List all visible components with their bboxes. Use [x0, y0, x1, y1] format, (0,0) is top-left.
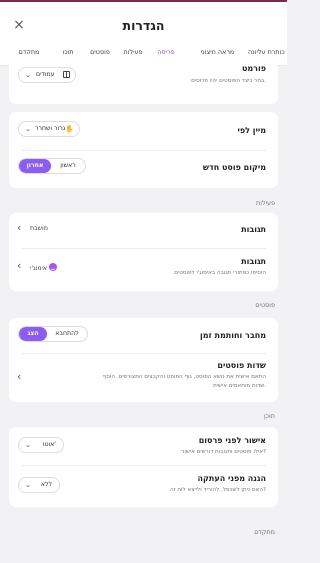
- option-hide[interactable]: להתחבא: [47, 327, 87, 341]
- chevron-down-icon: ⌄: [25, 125, 31, 133]
- chevron-left-icon: ‹: [17, 221, 22, 234]
- approval-label: אישור לפני פרסום: [198, 436, 266, 445]
- post-fields-chevron-left-icon[interactable]: ‹: [17, 370, 21, 383]
- columns-icon: [63, 71, 70, 78]
- activity-card: תגובות ‹ מושבת תגובות הוסיפו כפתורי תגוב…: [9, 213, 278, 291]
- format-description: בחר כיצד הפוסטים יהיו פרוסים.: [191, 78, 266, 84]
- hand-drag-icon: ✋: [65, 125, 74, 133]
- sort-card: מיין לפי ⌄ גרור ושחרר ✋ מיקום פוסט חדש א…: [9, 112, 278, 188]
- sort-label: מיין לפי: [237, 126, 267, 135]
- sort-dropdown[interactable]: ⌄ גרור ושחרר ✋: [18, 121, 80, 137]
- reactions-label: תגובות: [241, 225, 266, 234]
- copy-protection-label: הגנה מפני העתקה: [197, 474, 266, 483]
- chevron-down-icon: ⌄: [25, 71, 31, 79]
- copy-protection-description: האם ניתן לשכפל, להוריד ולייצא לוח זה?: [169, 487, 266, 493]
- chevron-down-icon: ⌄: [25, 481, 31, 489]
- divider: [21, 248, 266, 249]
- format-dropdown[interactable]: ⌄ עמודים: [18, 67, 76, 83]
- copy-protection-dropdown[interactable]: ⌄ ללא: [18, 477, 60, 493]
- divider: [21, 150, 266, 151]
- option-last[interactable]: אחרון: [19, 159, 51, 173]
- approval-description: אילו פוסטים ותגובות דורשים אישור?: [181, 449, 266, 455]
- smiley-icon: [49, 263, 58, 271]
- comments-label: תגובות: [241, 257, 266, 266]
- author-time-label: מחבר וחותמת זמן: [200, 331, 266, 340]
- reactions-selector[interactable]: ‹ מושבת: [15, 219, 75, 239]
- author-time-toggle: הצג להתחבא: [18, 326, 88, 342]
- section-title-content: תוכן: [263, 412, 275, 420]
- content-card: אישור לפני פרסום אילו פוסטים ותגובות דור…: [9, 427, 278, 507]
- format-card: פורמט בחר כיצד הפוסטים יהיו פרוסים. ⌄ עמ…: [9, 54, 278, 104]
- sort-value: גרור ושחרר: [35, 125, 66, 132]
- approval-value: אוטו': [42, 441, 56, 448]
- post-fields-label: שדות פוסטים: [217, 361, 266, 370]
- chevron-left-icon: ‹: [17, 259, 22, 272]
- comments-selector[interactable]: ‹ אימוג'י: [15, 257, 75, 277]
- divider: [21, 353, 266, 354]
- post-fields-description-line2: שדות מותאמים אישית.: [213, 383, 266, 389]
- posts-card: מחבר וחותמת זמן הצג להתחבא שדות פוסטים ה…: [9, 318, 278, 402]
- page-title: הגדרות: [122, 18, 165, 33]
- approval-dropdown[interactable]: ⌄ אוטו': [18, 437, 64, 453]
- post-fields-description-line1: התאם אישית את נושא הפוסט, גוף הפוסט והקב…: [102, 374, 266, 380]
- new-post-position-toggle: אחרון ראשון: [18, 158, 86, 174]
- comments-value: אימוג'י: [30, 265, 48, 272]
- section-title-posts: פוסטים: [255, 301, 275, 309]
- comments-description: הוסיפו כפתורי תגובה באימוג'י לפוסטים: [174, 270, 266, 276]
- copy-protection-value: ללא: [40, 481, 52, 488]
- chevron-down-icon: ⌄: [25, 441, 31, 449]
- new-post-position-label: מיקום פוסט חדש: [202, 163, 266, 172]
- format-label: פורמט: [241, 64, 266, 73]
- divider: [21, 465, 266, 466]
- section-title-activity: פעילות: [256, 199, 275, 207]
- format-value: עמודים: [36, 71, 55, 78]
- section-title-advanced: מתקדם: [254, 528, 275, 536]
- option-first[interactable]: ראשון: [51, 159, 85, 173]
- option-show[interactable]: הצג: [19, 327, 47, 341]
- reactions-value: מושבת: [30, 225, 48, 232]
